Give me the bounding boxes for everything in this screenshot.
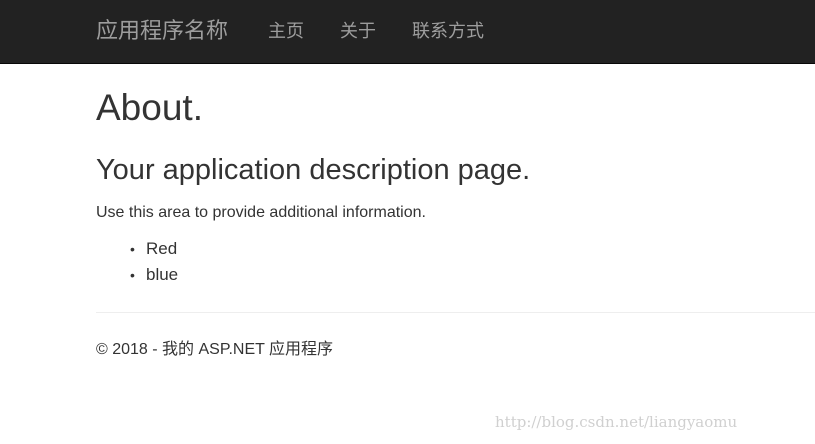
- footer-divider: [96, 312, 815, 313]
- bullet-icon: •: [130, 267, 135, 283]
- watermark-text: http://blog.csdn.net/liangyaomu: [495, 413, 738, 431]
- footer-text: © 2018 - 我的 ASP.NET 应用程序: [96, 341, 334, 358]
- nav-link-about[interactable]: 关于: [340, 18, 376, 44]
- page-title: About.: [96, 87, 203, 128]
- page-subtitle: Your application description page.: [96, 154, 531, 186]
- list-item-label: blue: [146, 265, 179, 284]
- nav-link-contact[interactable]: 联系方式: [412, 18, 484, 44]
- nav-link-home[interactable]: 主页: [268, 18, 304, 44]
- list-item: • blue: [130, 262, 178, 288]
- bullet-icon: •: [130, 241, 135, 257]
- description-text: Use this area to provide additional info…: [96, 204, 426, 221]
- navbar: 应用程序名称 主页 关于 联系方式: [0, 0, 815, 64]
- nav-menu: 主页 关于 联系方式: [268, 18, 520, 44]
- list-item-label: Red: [146, 239, 178, 258]
- app-brand-link[interactable]: 应用程序名称: [96, 16, 228, 46]
- color-list: • Red • blue: [130, 236, 178, 288]
- list-item: • Red: [130, 236, 178, 262]
